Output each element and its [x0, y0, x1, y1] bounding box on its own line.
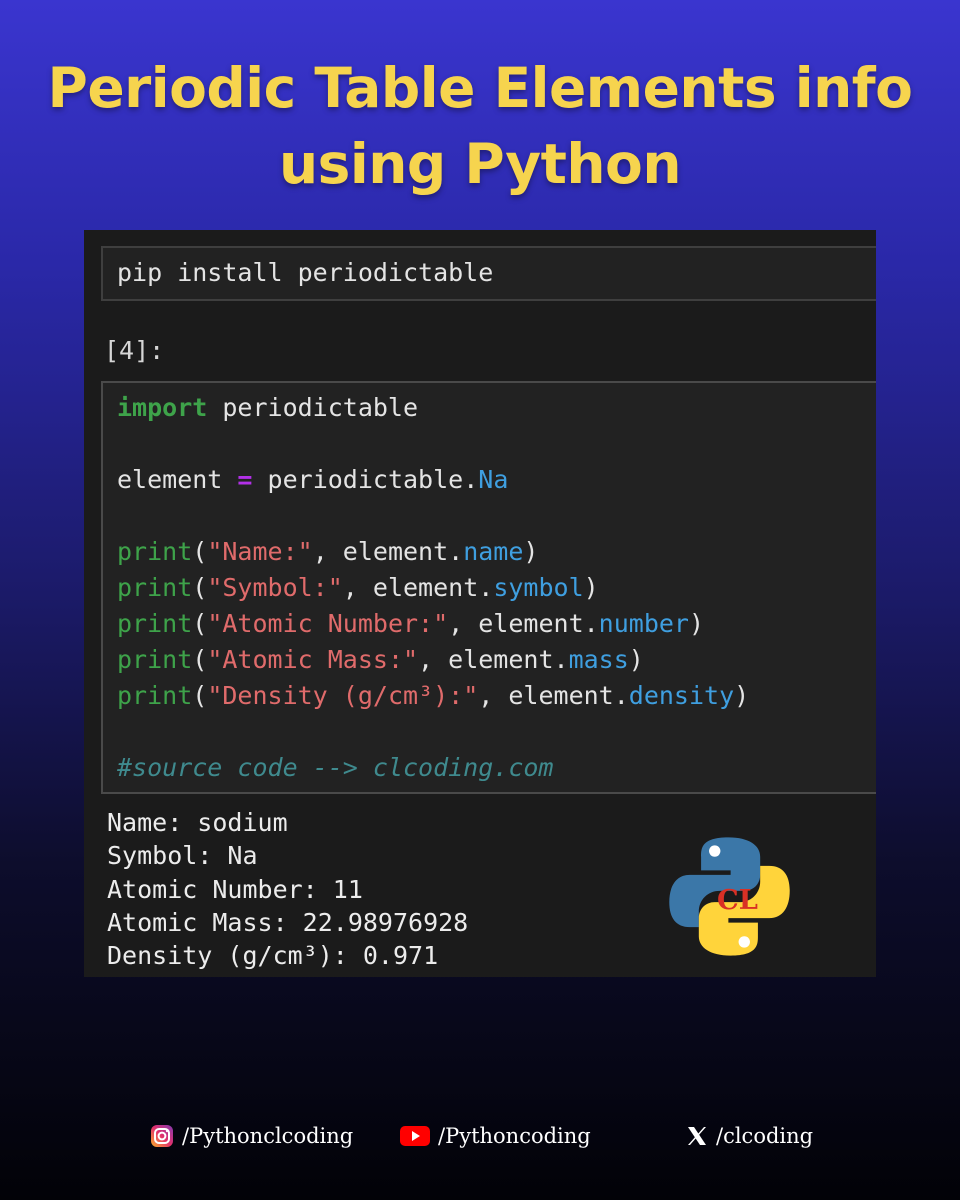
x-link[interactable]: /clcoding	[686, 1118, 813, 1154]
paren-open: (	[192, 681, 208, 710]
output-line: Atomic Mass: 22.98976928	[107, 908, 469, 937]
code-line-import: import periodictable	[117, 393, 418, 422]
print-attribute: mass	[568, 645, 629, 674]
assign-rhs: periodictable.	[252, 465, 479, 494]
code-line-print: print("Name:", element.name)	[117, 537, 538, 566]
print-string: "Density (g/cm³):"	[207, 681, 479, 710]
print-args: , element.	[478, 681, 629, 710]
cell-execution-prompt: [4]:	[104, 336, 165, 365]
print-args: , element.	[312, 537, 464, 566]
assign-attribute: Na	[478, 465, 509, 494]
print-string: "Atomic Mass:"	[207, 645, 419, 674]
code-comment: #source code --> clcoding.com	[117, 753, 554, 782]
main-code-cell[interactable]: import periodictable element = periodict…	[101, 381, 876, 794]
paren-close: )	[688, 609, 705, 638]
paren-open: (	[192, 573, 208, 602]
print-function: print	[117, 681, 193, 710]
print-string: "Name:"	[207, 537, 313, 566]
print-string: "Atomic Number:"	[207, 609, 449, 638]
code-line-assign: element = periodictable.Na	[117, 465, 508, 494]
paren-close: )	[628, 645, 644, 674]
python-logo-icon: CL	[669, 837, 790, 956]
youtube-link[interactable]: /Pythoncoding	[400, 1118, 591, 1154]
code-line-print: print("Density (g/cm³):", element.densit…	[117, 681, 749, 710]
print-args: , element.	[418, 645, 569, 674]
notebook-panel: pip install periodictable [4]: import pe…	[84, 230, 876, 977]
logo-letter-c: CL	[717, 884, 758, 916]
print-function: print	[117, 609, 193, 638]
output-line: Density (g/cm³): 0.971	[107, 941, 439, 970]
code-line-print: print("Atomic Number:", element.number)	[117, 609, 704, 638]
paren-close: )	[523, 537, 539, 566]
print-attribute: name	[463, 537, 524, 566]
output-line: Name: sodium	[107, 808, 288, 837]
print-function: print	[117, 573, 193, 602]
paren-open: (	[192, 609, 208, 638]
import-keyword: import	[117, 393, 208, 422]
print-function: print	[117, 537, 193, 566]
instagram-icon	[151, 1125, 173, 1147]
print-attribute: symbol	[493, 573, 584, 602]
paren-close: )	[734, 681, 750, 710]
install-code-cell[interactable]: pip install periodictable	[101, 246, 876, 301]
title-line-1: Periodic Table Elements info	[47, 56, 913, 120]
youtube-icon	[400, 1126, 430, 1146]
assign-operator: =	[237, 465, 253, 494]
assign-variable: element	[117, 465, 238, 494]
paren-close: )	[583, 573, 599, 602]
import-module: periodictable	[207, 393, 419, 422]
output-line: Symbol: Na	[107, 841, 258, 870]
install-command: pip install periodictable	[117, 258, 494, 287]
instagram-link[interactable]: /Pythonclcoding	[150, 1118, 353, 1154]
print-args: , element.	[342, 573, 494, 602]
title-line-2: using Python	[279, 132, 682, 196]
x-handle: /clcoding	[716, 1124, 814, 1148]
code-line-print: print("Symbol:", element.symbol)	[117, 573, 599, 602]
code-line-print: print("Atomic Mass:", element.mass)	[117, 645, 644, 674]
instagram-handle: /Pythonclcoding	[182, 1124, 354, 1148]
x-icon	[688, 1127, 706, 1145]
page-title: Periodic Table Elements info using Pytho…	[0, 50, 960, 202]
print-attribute: number	[598, 609, 689, 638]
print-attribute: density	[628, 681, 735, 710]
print-function: print	[117, 645, 193, 674]
print-string: "Symbol:"	[207, 573, 343, 602]
output-line: Atomic Number: 11	[107, 875, 363, 904]
paren-open: (	[192, 537, 208, 566]
social-links: /Pythonclcoding /Pythoncoding /clcoding	[0, 1118, 960, 1154]
print-args: , element.	[448, 609, 599, 638]
youtube-handle: /Pythoncoding	[438, 1124, 591, 1148]
paren-open: (	[192, 645, 208, 674]
